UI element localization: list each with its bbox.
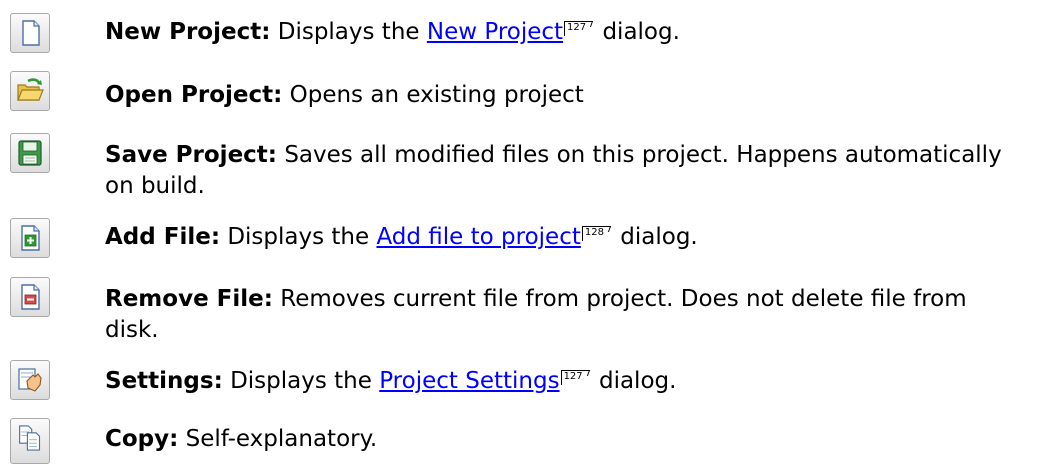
open-project-title: Open Project: <box>105 82 283 108</box>
settings-text-end: dialog. <box>591 368 677 394</box>
add-file-text: Displays the <box>227 224 377 250</box>
add-file-link[interactable]: Add file to project <box>376 224 580 250</box>
settings-link[interactable]: Project Settings <box>379 368 559 394</box>
remove-file-description: Remove File: Removes current file from p… <box>105 284 1025 346</box>
new-project-description: New Project: Displays the New Project 127… <box>105 17 1025 48</box>
open-project-description: Open Project: Opens an existing project <box>105 80 1025 111</box>
add-file-text-end: dialog. <box>612 224 698 250</box>
remove-file-icon <box>10 277 50 317</box>
floppy-disk-icon <box>10 133 50 173</box>
open-project-text: Opens an existing project <box>289 82 584 108</box>
new-project-title: New Project: <box>105 19 271 45</box>
copy-description: Copy: Self-explanatory. <box>105 424 1025 455</box>
new-project-text-end: dialog. <box>595 19 680 45</box>
page-reference[interactable]: 127 <box>560 370 589 385</box>
page-reference[interactable]: 127 <box>564 21 593 36</box>
add-file-description: Add File: Displays the Add file to proje… <box>105 222 1025 253</box>
add-file-title: Add File: <box>105 224 221 250</box>
new-project-text: Displays the <box>277 19 427 45</box>
new-project-link[interactable]: New Project <box>427 19 563 45</box>
page-reference[interactable]: 128 <box>581 226 610 241</box>
copy-title: Copy: <box>105 426 179 452</box>
settings-title: Settings: <box>105 368 223 394</box>
copy-icon <box>10 418 50 464</box>
settings-description: Settings: Displays the Project Settings 1… <box>105 366 1025 397</box>
save-project-title: Save Project: <box>105 142 277 168</box>
settings-hand-icon <box>10 360 50 400</box>
settings-text: Displays the <box>230 368 380 394</box>
open-folder-icon <box>10 71 50 111</box>
add-file-icon <box>10 218 50 258</box>
copy-text: Self-explanatory. <box>185 426 378 452</box>
new-document-icon <box>10 13 50 53</box>
save-project-description: Save Project: Saves all modified files o… <box>105 140 1025 202</box>
remove-file-title: Remove File: <box>105 286 273 312</box>
